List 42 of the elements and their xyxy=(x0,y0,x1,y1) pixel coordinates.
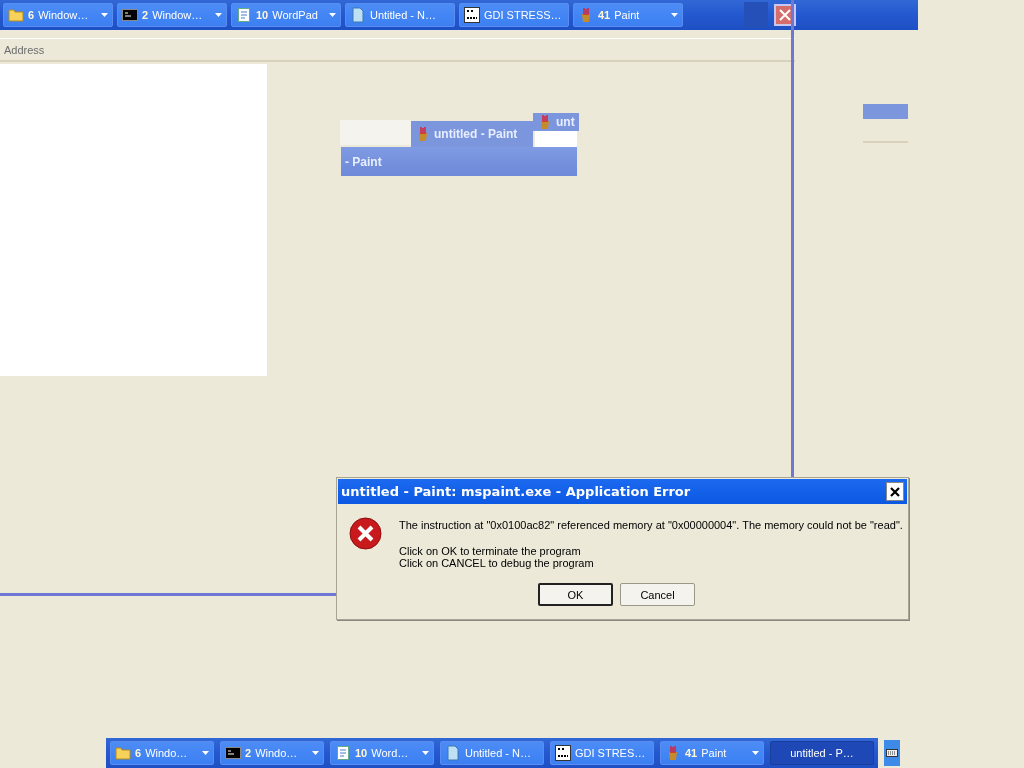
console-icon xyxy=(122,7,138,23)
taskbar-button[interactable]: 10 WordPad xyxy=(231,3,341,27)
taskbar-button[interactable]: 41 Paint xyxy=(660,741,764,765)
folder-icon xyxy=(8,7,24,23)
console-icon xyxy=(225,745,241,761)
grid-icon xyxy=(555,745,571,761)
taskbar-button[interactable]: GDI STRES… xyxy=(550,741,654,765)
glitch-fragment xyxy=(340,120,411,145)
taskbar-block xyxy=(744,2,768,28)
taskbar-button[interactable]: Untitled - N… xyxy=(345,3,455,27)
close-button[interactable] xyxy=(886,482,904,501)
window-title: unt xyxy=(556,115,575,129)
window-title: - Paint xyxy=(345,154,382,169)
notepad-icon xyxy=(335,745,351,761)
window-title: untitled - Paint xyxy=(434,127,518,141)
taskbar-button[interactable]: Untitled - N… xyxy=(440,741,544,765)
notepad-icon xyxy=(236,7,252,23)
glitch-fragment xyxy=(535,131,577,147)
address-label: Address xyxy=(4,43,45,56)
taskbar-button[interactable]: 2 Windo… xyxy=(220,741,324,765)
taskbar-button[interactable]: 2 Window… xyxy=(117,3,227,27)
instruction-text: Click on CANCEL to debug the program xyxy=(399,557,595,569)
dialog-title: untitled - Paint: mspaint.exe - Application Error xyxy=(341,484,691,499)
folder-icon xyxy=(115,745,131,761)
dialog-button[interactable]: Cancel xyxy=(620,583,695,606)
grid-icon xyxy=(464,7,480,23)
dialog-button[interactable]: OK xyxy=(538,583,613,606)
taskbar-button[interactable]: GDI STRESS… xyxy=(459,3,569,27)
close-icon xyxy=(779,9,791,21)
instruction-text: Click on OK to terminate the program xyxy=(399,545,582,557)
error-icon xyxy=(349,517,382,550)
document-icon xyxy=(445,745,461,761)
glitch-fragment xyxy=(863,104,908,119)
taskbar-button[interactable]: 10 Word… xyxy=(330,741,434,765)
error-message: The instruction at "0x0100ac82" referenced memory at "0x00000004". The memory could not be "read". xyxy=(399,519,903,531)
taskbar-button[interactable]: 6 Windo… xyxy=(110,741,214,765)
document-icon xyxy=(350,7,366,23)
close-icon xyxy=(890,486,900,497)
taskbar-button[interactable]: untitled - P… xyxy=(770,741,874,765)
taskbar-button[interactable]: 6 Window… xyxy=(3,3,113,27)
keyboard-icon[interactable] xyxy=(886,749,898,757)
taskbar-button[interactable]: 41 Paint xyxy=(573,3,683,27)
